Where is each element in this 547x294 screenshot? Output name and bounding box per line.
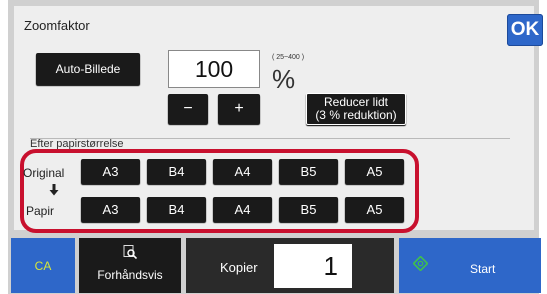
zoom-decrease-button[interactable]: −	[168, 94, 208, 124]
copies-label: Kopier	[220, 260, 258, 275]
zoom-value-field[interactable]: 100	[168, 50, 260, 88]
paper-size-a3-button[interactable]: A3	[81, 197, 140, 222]
arrow-down-icon	[49, 184, 59, 199]
paper-row-label: Papir	[26, 204, 55, 218]
preview-label: Forhåndsvis	[97, 268, 163, 282]
reduce-slightly-sublabel: (3 % reduktion)	[315, 108, 397, 122]
start-label: Start	[470, 262, 496, 276]
zoom-range-hint: ( 25~400 )	[272, 54, 305, 61]
ok-button[interactable]: OK	[507, 14, 543, 46]
zoom-increase-button[interactable]: +	[218, 94, 260, 124]
paper-size-a4-button[interactable]: A4	[213, 197, 272, 222]
clear-all-button[interactable]: CA	[11, 238, 75, 293]
original-size-a4-button[interactable]: A4	[213, 159, 272, 184]
original-row-label: Original	[23, 166, 65, 180]
original-size-a5-button[interactable]: A5	[345, 159, 404, 184]
paper-size-b4-button[interactable]: B4	[147, 197, 206, 222]
original-size-b4-button[interactable]: B4	[147, 159, 206, 184]
auto-image-button[interactable]: Auto-Billede	[36, 53, 140, 85]
original-size-b5-button[interactable]: B5	[279, 159, 338, 184]
preview-magnifier-icon	[123, 245, 138, 260]
paper-size-a5-button[interactable]: A5	[345, 197, 404, 222]
percent-sign: %	[272, 64, 296, 94]
start-diamond-icon	[412, 255, 429, 272]
paper-size-b5-button[interactable]: B5	[279, 197, 338, 222]
original-size-a3-button[interactable]: A3	[81, 159, 140, 184]
reduce-slightly-button[interactable]: Reducer lidt (3 % reduktion)	[306, 93, 406, 125]
panel-title: Zoomfaktor	[24, 18, 90, 33]
copies-count-field[interactable]: 1	[274, 244, 352, 288]
